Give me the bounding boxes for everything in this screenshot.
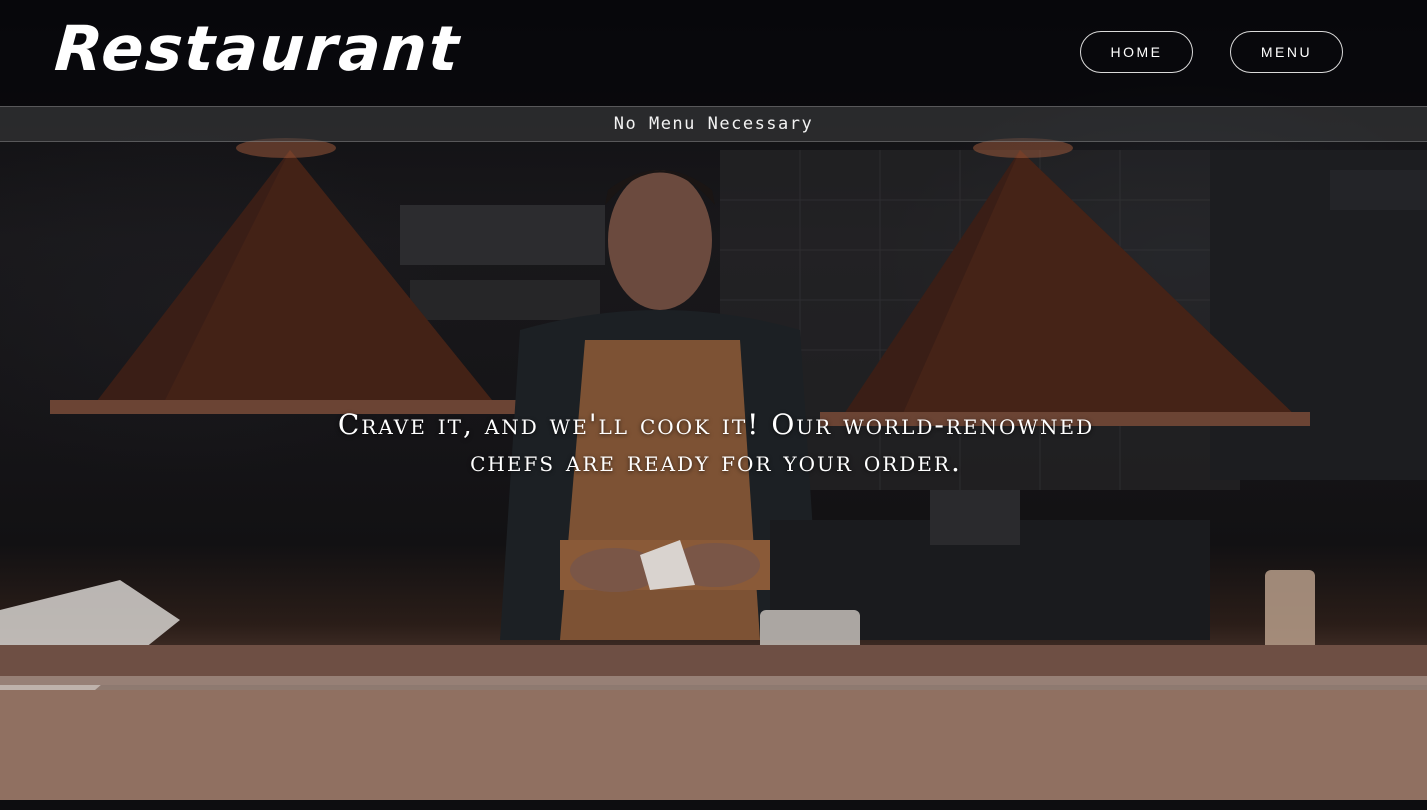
tagline-text: No Menu Necessary	[613, 114, 814, 134]
footer-edge	[0, 800, 1427, 810]
nav-menu-button[interactable]: MENU	[1230, 31, 1343, 73]
hero-headline: Crave it, and we'll cook it! Our world-r…	[337, 408, 1095, 478]
nav-home-button[interactable]: HOME	[1080, 31, 1193, 73]
tagline-banner: No Menu Necessary	[0, 106, 1427, 142]
brand-logo-text[interactable]: Restaurant	[52, 12, 463, 85]
restaurant-page: Restaurant HOME MENU No Menu Necessary C…	[0, 0, 1427, 810]
site-header: Restaurant HOME MENU	[0, 0, 1427, 106]
